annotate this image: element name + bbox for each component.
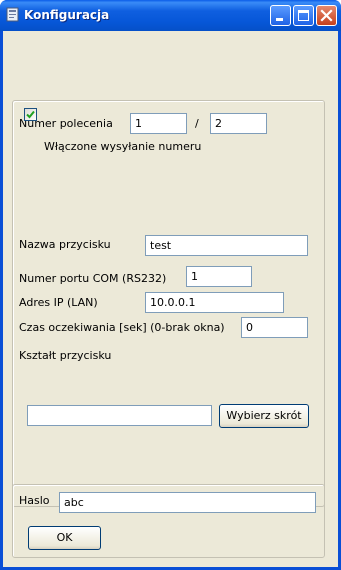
com-port-input[interactable]: 1 [186, 266, 252, 287]
command-total-input[interactable]: 2 [210, 113, 267, 134]
close-button[interactable] [316, 5, 337, 26]
button-name-label: Nazwa przycisku [19, 238, 111, 251]
window-title: Konfiguracja [24, 8, 110, 22]
password-input[interactable]: abc [59, 492, 316, 513]
config-window: Konfiguracja [0, 0, 341, 570]
timeout-label: Czas oczekiwania [sek] (0-brak okna) [19, 321, 225, 334]
choose-shortcut-button[interactable]: Wybierz skrót [219, 404, 309, 428]
title-bar[interactable]: Konfiguracja [0, 0, 341, 31]
command-number-input[interactable]: 1 [130, 113, 187, 134]
ip-input[interactable]: 10.0.0.1 [145, 292, 284, 313]
checkmark-icon [26, 110, 35, 119]
minimize-icon [276, 18, 283, 21]
app-icon [6, 7, 19, 22]
send-number-label[interactable]: Włączone wysyłanie numeru [44, 140, 201, 153]
ok-button[interactable]: OK [28, 526, 101, 550]
shape-label: Kształt przycisku [19, 349, 112, 362]
maximize-button[interactable] [293, 5, 314, 26]
close-icon [320, 9, 333, 22]
send-number-checkbox[interactable] [24, 108, 37, 121]
com-port-label: Numer portu COM (RS232) [19, 272, 167, 285]
password-label: Haslo [19, 494, 50, 507]
shortcut-input[interactable] [27, 405, 212, 426]
timeout-input[interactable]: 0 [241, 317, 308, 338]
ip-label: Adres IP (LAN) [19, 296, 98, 309]
button-name-input[interactable]: test [145, 235, 308, 256]
command-separator: / [195, 117, 199, 130]
maximize-icon [298, 10, 309, 21]
minimize-button[interactable] [270, 5, 291, 26]
